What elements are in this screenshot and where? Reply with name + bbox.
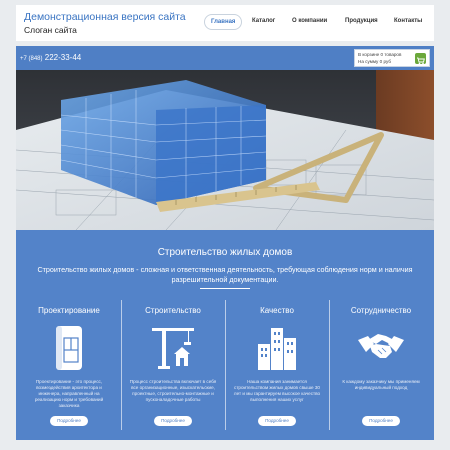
nav-item-about[interactable]: О компании bbox=[292, 14, 327, 30]
page: Демонстрационная версия сайта Слоган сай… bbox=[16, 0, 434, 450]
blueprint-icon bbox=[44, 322, 94, 372]
top-bar: +7 (848) 222-33-44 В корзине 0 товаров Н… bbox=[16, 46, 434, 70]
cart-total: На сумму 0 руб bbox=[358, 59, 391, 64]
building-blueprint-photo bbox=[16, 70, 434, 230]
more-button[interactable]: Подробнее bbox=[362, 416, 400, 426]
more-button[interactable]: Подробнее bbox=[154, 416, 192, 426]
more-button[interactable]: Подробнее bbox=[258, 416, 296, 426]
card-text: Наша компания занимается строительством … bbox=[233, 379, 321, 402]
card-construction: Строительство Процесс строительства вклю… bbox=[121, 300, 225, 430]
phone-number[interactable]: +7 (848) 222-33-44 bbox=[20, 53, 81, 62]
card-quality: Качество Наша компания занимается строит… bbox=[225, 300, 329, 430]
cart-icon[interactable] bbox=[415, 53, 426, 65]
handshake-icon bbox=[356, 322, 406, 372]
cart-items-count: В корзине 0 товаров bbox=[358, 52, 402, 57]
card-text: К каждому заказчику мы применяем индивид… bbox=[342, 379, 420, 390]
card-text: Проектирование - это процесс, возмездейс… bbox=[34, 379, 104, 408]
card-cooperation: Сотрудничество К каждому заказчику мы пр bbox=[329, 300, 433, 430]
card-title: Строительство bbox=[145, 306, 201, 315]
card-separator bbox=[329, 300, 330, 430]
section-description: Строительство жилых домов - сложная и от… bbox=[37, 265, 413, 284]
phone-prefix: +7 (848) bbox=[20, 56, 43, 62]
crane-icon bbox=[148, 322, 198, 372]
section-divider bbox=[200, 288, 250, 289]
buildings-icon bbox=[252, 322, 302, 372]
card-title: Проектирование bbox=[38, 306, 100, 315]
main-nav: Главная Каталог О компании Продукция Кон… bbox=[204, 14, 430, 30]
nav-item-contacts[interactable]: Контакты bbox=[394, 14, 422, 30]
hero-banner bbox=[16, 70, 434, 230]
services-section: Строительство жилых домов Строительство … bbox=[16, 230, 434, 440]
site-title[interactable]: Демонстрационная версия сайта bbox=[24, 11, 186, 23]
section-title: Строительство жилых домов bbox=[157, 247, 293, 258]
card-title: Качество bbox=[260, 306, 294, 315]
nav-item-home[interactable]: Главная bbox=[204, 14, 243, 30]
card-title: Сотрудничество bbox=[350, 306, 412, 315]
site-slogan: Слоган сайта bbox=[24, 25, 77, 35]
card-design: Проектирование Проектирование - это проц… bbox=[17, 300, 121, 430]
more-button[interactable]: Подробнее bbox=[50, 416, 88, 426]
nav-item-catalog[interactable]: Каталог bbox=[252, 14, 275, 30]
phone-digits: 222-33-44 bbox=[44, 53, 82, 62]
card-text: Процесс строительства включает в себя вс… bbox=[129, 379, 217, 402]
card-separator bbox=[121, 300, 122, 430]
nav-item-products[interactable]: Продукция bbox=[345, 14, 378, 30]
header: Демонстрационная версия сайта Слоган сай… bbox=[16, 5, 434, 41]
cart-widget[interactable]: В корзине 0 товаров На сумму 0 руб bbox=[354, 49, 430, 67]
card-separator bbox=[225, 300, 226, 430]
